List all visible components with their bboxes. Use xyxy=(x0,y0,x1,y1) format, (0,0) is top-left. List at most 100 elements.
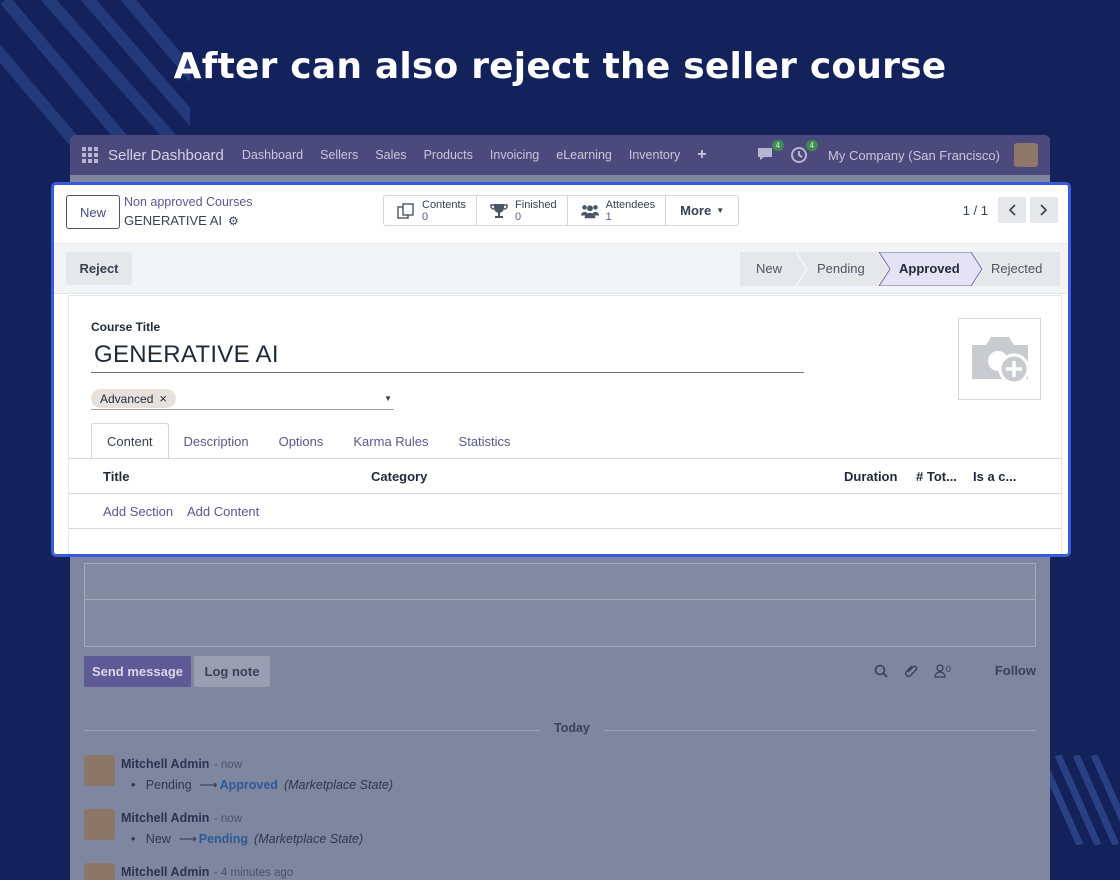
stage-new[interactable]: New xyxy=(756,261,782,276)
old-value: Pending xyxy=(145,778,192,792)
message-time: - now xyxy=(213,759,243,771)
nav-item-dashboard[interactable]: Dashboard xyxy=(242,148,303,162)
message-time: - now xyxy=(213,813,243,825)
new-value: Pending xyxy=(198,832,249,846)
stage-approved[interactable]: Approved xyxy=(899,261,960,276)
nav-item-invoicing[interactable]: Invoicing xyxy=(490,148,539,162)
chatter-message: Mitchell Admin - now • Pending ⟶ Approved(… xyxy=(84,755,393,792)
arrow-icon: ⟶ xyxy=(199,778,218,792)
column-category[interactable]: Category xyxy=(371,469,427,484)
chatter-toolbar: 0 Follow xyxy=(874,663,1036,678)
tag-label: Advanced xyxy=(100,391,154,406)
tag-advanced: Advanced × xyxy=(91,389,176,408)
activities-icon[interactable]: 4 xyxy=(790,140,819,164)
finished-label: Finished xyxy=(515,198,557,211)
course-title-input[interactable]: GENERATIVE AI xyxy=(91,338,804,373)
nav-item-elearning[interactable]: eLearning xyxy=(556,148,612,162)
breadcrumb: Non approved Courses GENERATIVE AI ⚙ xyxy=(124,195,253,228)
paperclip-icon[interactable] xyxy=(904,664,918,678)
more-dropdown[interactable]: More ▼ xyxy=(666,196,738,225)
headline: After can also reject the seller course xyxy=(173,46,947,87)
chatter-message: Mitchell Admin - now • New ⟶ Pending (Marke… xyxy=(84,809,363,846)
tag-remove-icon[interactable]: × xyxy=(159,391,167,406)
contents-count: 0 xyxy=(422,210,429,223)
tab-content[interactable]: Content xyxy=(91,423,169,459)
form-sheet: Course Title GENERATIVE AI Advanced × ▼ … xyxy=(68,295,1062,554)
nav-item-sales[interactable]: Sales xyxy=(375,148,406,162)
stage-pending[interactable]: Pending xyxy=(817,261,865,276)
finished-count: 0 xyxy=(515,210,522,223)
control-panel: New Non approved Courses GENERATIVE AI ⚙… xyxy=(54,185,1068,244)
column-is-a[interactable]: Is a c... xyxy=(973,469,1016,484)
avatar[interactable] xyxy=(84,809,115,840)
table-add-row: Add Section Add Content xyxy=(69,494,1061,529)
contents-smart-button[interactable]: Contents 0 xyxy=(384,196,478,225)
reject-button[interactable]: Reject xyxy=(66,252,132,285)
old-value: New xyxy=(145,832,171,846)
attendees-smart-button[interactable]: Attendees 1 xyxy=(568,196,667,225)
caret-down-icon[interactable]: ▼ xyxy=(384,394,392,403)
message-author[interactable]: Mitchell Admin xyxy=(121,865,209,879)
gear-icon[interactable]: ⚙ xyxy=(228,214,239,228)
next-record-button[interactable] xyxy=(1030,197,1058,223)
tracked-field: (Marketplace State) xyxy=(283,778,394,792)
form-tabs: Content Description Options Karma Rules … xyxy=(91,423,526,459)
tab-options[interactable]: Options xyxy=(264,423,339,459)
message-author[interactable]: Mitchell Admin xyxy=(121,811,209,825)
followers-icon[interactable]: 0 xyxy=(934,664,951,678)
top-navbar: Seller Dashboard Dashboard Sellers Sales… xyxy=(70,135,1050,175)
new-value: Approved xyxy=(219,778,278,792)
tab-statistics[interactable]: Statistics xyxy=(444,423,526,459)
chatter-composer[interactable] xyxy=(84,563,1036,647)
log-note-button[interactable]: Log note xyxy=(194,656,270,687)
attendees-label: Attendees xyxy=(605,198,656,211)
pager: 1 / 1 xyxy=(963,197,1058,223)
breadcrumb-parent[interactable]: Non approved Courses xyxy=(124,195,253,209)
tab-karma-rules[interactable]: Karma Rules xyxy=(338,423,443,459)
status-bar: Reject New Pending Approved Rejected xyxy=(54,244,1068,294)
chatter-message: Mitchell Admin - 4 minutes ago xyxy=(84,863,293,880)
followers-count: 0 xyxy=(945,663,951,674)
course-title-label: Course Title xyxy=(91,320,161,334)
stage-pipeline: New Pending Approved Rejected xyxy=(740,252,1060,286)
date-separator-label: Today xyxy=(540,721,604,735)
avatar[interactable] xyxy=(84,755,115,786)
add-section-link[interactable]: Add Section xyxy=(103,504,173,519)
arrow-icon: ⟶ xyxy=(178,832,197,846)
add-content-link[interactable]: Add Content xyxy=(187,504,259,519)
messages-badge: 4 xyxy=(771,140,785,151)
pager-value[interactable]: 1 / 1 xyxy=(963,203,988,218)
app-menu-icon[interactable] xyxy=(82,147,98,163)
tags-field[interactable]: Advanced × ▼ xyxy=(91,388,394,410)
column-title[interactable]: Title xyxy=(103,469,130,484)
search-icon[interactable] xyxy=(874,664,888,678)
more-label: More xyxy=(680,203,712,218)
breadcrumb-current: GENERATIVE AI xyxy=(124,213,223,228)
messages-icon[interactable]: 4 xyxy=(756,140,785,164)
add-menu-icon[interactable]: + xyxy=(697,146,706,164)
activities-badge: 4 xyxy=(805,140,819,151)
follow-button[interactable]: Follow xyxy=(995,663,1036,678)
new-button[interactable]: New xyxy=(66,195,120,229)
previous-record-button[interactable] xyxy=(998,197,1026,223)
column-total[interactable]: # Tot... xyxy=(916,469,957,484)
user-avatar[interactable] xyxy=(1014,143,1038,167)
nav-item-inventory[interactable]: Inventory xyxy=(629,148,680,162)
app-brand[interactable]: Seller Dashboard xyxy=(108,147,224,164)
message-time: - 4 minutes ago xyxy=(213,867,294,879)
finished-smart-button[interactable]: Finished 0 xyxy=(477,196,568,225)
chevron-left-icon xyxy=(1008,204,1016,216)
avatar[interactable] xyxy=(84,863,115,880)
chevron-right-icon xyxy=(1040,204,1048,216)
message-author[interactable]: Mitchell Admin xyxy=(121,757,209,771)
send-message-button[interactable]: Send message xyxy=(84,656,191,687)
decorative-stripes xyxy=(1040,755,1120,845)
course-image[interactable] xyxy=(958,318,1041,400)
column-duration[interactable]: Duration xyxy=(844,469,897,484)
company-switcher[interactable]: My Company (San Francisco) xyxy=(828,148,1000,163)
camera-add-icon xyxy=(971,337,1029,385)
nav-item-sellers[interactable]: Sellers xyxy=(320,148,358,162)
tab-description[interactable]: Description xyxy=(169,423,264,459)
nav-item-products[interactable]: Products xyxy=(424,148,473,162)
stage-rejected[interactable]: Rejected xyxy=(991,261,1042,276)
